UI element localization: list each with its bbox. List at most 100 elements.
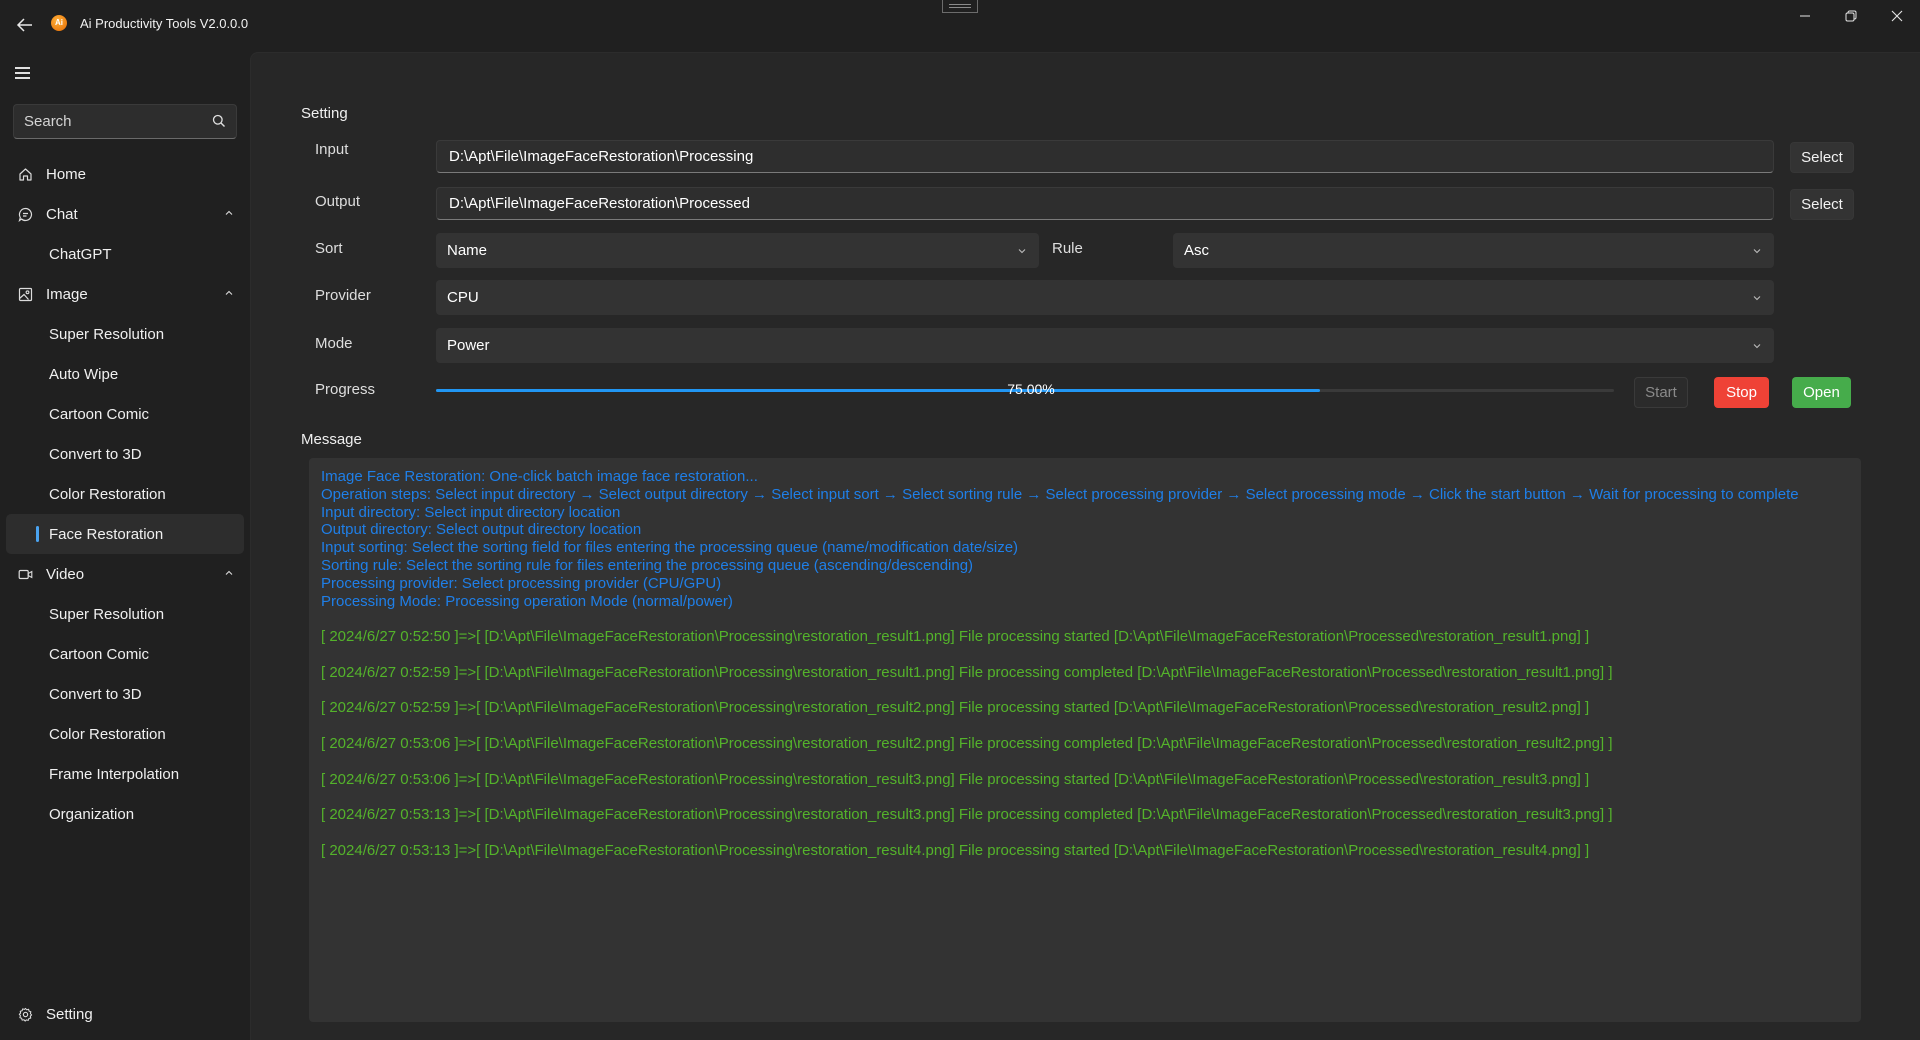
input-path-field[interactable] (436, 140, 1774, 173)
sidebar-item-image[interactable]: Image (0, 274, 250, 314)
sort-select-value: Name (447, 242, 488, 259)
message-log-panel[interactable]: Image Face Restoration: One-click batch … (309, 458, 1861, 1022)
title-bar: Ai Ai Productivity Tools V2.0.0.0 (0, 0, 1920, 52)
chat-icon (18, 207, 33, 222)
sidebar-item-label: Frame Interpolation (49, 765, 180, 783)
sidebar-item-image-super-resolution[interactable]: Super Resolution (0, 314, 250, 354)
info-lines: Image Face Restoration: One-click batch … (321, 468, 1849, 610)
sidebar-item-organization[interactable]: Organization (0, 794, 250, 834)
sidebar-item-video-super-resolution[interactable]: Super Resolution (0, 594, 250, 634)
chevron-down-icon (1753, 249, 1761, 254)
window-title: Ai Productivity Tools V2.0.0.0 (80, 16, 249, 31)
sidebar-item-image-cartoon-comic[interactable]: Cartoon Comic (0, 394, 250, 434)
chevron-down-icon (1753, 344, 1761, 349)
output-path-field[interactable] (436, 187, 1774, 220)
search-input[interactable] (24, 105, 204, 138)
rule-label: Rule (1052, 240, 1083, 257)
video-icon (18, 569, 33, 580)
sidebar-item-video-color-restoration[interactable]: Color Restoration (0, 714, 250, 754)
provider-select-value: CPU (447, 289, 479, 306)
log-line: [ 2024/6/27 0:52:59 ]=>[ [D:\Apt\File\Im… (321, 663, 1613, 681)
stop-button[interactable]: Stop (1714, 377, 1769, 408)
search-box[interactable] (13, 104, 237, 139)
log-line: [ 2024/6/27 0:53:06 ]=>[ [D:\Apt\File\Im… (321, 734, 1613, 752)
info-line: Operation steps: Select input directory … (321, 485, 1799, 503)
gear-icon (18, 1007, 33, 1022)
message-section-title: Message (301, 431, 362, 448)
sidebar-item-label: Color Restoration (49, 725, 166, 743)
sidebar-item-label: Color Restoration (49, 485, 166, 503)
hamburger-line (15, 67, 30, 69)
chevron-up-icon[interactable] (224, 288, 234, 298)
image-icon (18, 287, 33, 302)
sidebar-item-video-cartoon-comic[interactable]: Cartoon Comic (0, 634, 250, 674)
info-line: Input directory: Select input directory … (321, 503, 621, 521)
sidebar-item-label: Image (46, 285, 88, 303)
sidebar-item-label: ChatGPT (49, 245, 112, 263)
main-content: Setting Input Select Output Select Sort … (250, 52, 1920, 1040)
info-line: Image Face Restoration: One-click batch … (321, 468, 758, 485)
progress-percent: 75.00% (1007, 381, 1055, 397)
log-line: [ 2024/6/27 0:52:59 ]=>[ [D:\Apt\File\Im… (321, 699, 1590, 717)
minimize-button[interactable] (1782, 0, 1828, 32)
home-icon (19, 168, 32, 181)
search-icon[interactable] (212, 114, 226, 128)
hamburger-line (15, 77, 30, 79)
output-select-button[interactable]: Select (1790, 189, 1854, 220)
info-line: Sorting rule: Select the sorting rule fo… (321, 556, 974, 574)
sidebar-item-label: Convert to 3D (49, 445, 142, 463)
progress-label: Progress (315, 381, 376, 398)
rule-select[interactable]: Asc (1173, 233, 1774, 268)
chevron-down-icon (1018, 249, 1026, 254)
sidebar-item-label: Cartoon Comic (49, 405, 150, 423)
provider-label: Provider (315, 287, 371, 304)
sidebar-item-label: Video (46, 565, 85, 583)
chevron-up-icon[interactable] (224, 208, 234, 218)
sidebar-item-auto-wipe[interactable]: Auto Wipe (0, 354, 250, 394)
provider-select[interactable]: CPU (436, 280, 1774, 315)
open-button[interactable]: Open (1792, 377, 1851, 408)
sidebar-item-image-convert-to-3d[interactable]: Convert to 3D (0, 434, 250, 474)
sidebar-item-setting[interactable]: Setting (0, 994, 250, 1034)
sidebar-item-label: Face Restoration (49, 525, 164, 543)
input-label: Input (315, 141, 349, 158)
log-line: [ 2024/6/27 0:52:50 ]=>[ [D:\Apt\File\Im… (321, 628, 1590, 646)
sidebar-item-label: Cartoon Comic (49, 645, 150, 663)
log-line: [ 2024/6/27 0:53:13 ]=>[ [D:\Apt\File\Im… (321, 806, 1613, 824)
sort-label: Sort (315, 240, 343, 257)
sidebar-item-chatgpt[interactable]: ChatGPT (0, 234, 250, 274)
input-path-input[interactable] (437, 141, 1773, 172)
log-lines: [ 2024/6/27 0:52:50 ]=>[ [D:\Apt\File\Im… (321, 628, 1849, 859)
sidebar-item-frame-interpolation[interactable]: Frame Interpolation (0, 754, 250, 794)
sidebar-item-image-color-restoration[interactable]: Color Restoration (0, 474, 250, 514)
back-button[interactable] (14, 14, 36, 36)
restore-button[interactable] (1828, 0, 1874, 32)
sidebar-item-face-restoration[interactable]: Face Restoration (6, 514, 244, 554)
mode-select[interactable]: Power (436, 328, 1774, 363)
mode-select-value: Power (447, 337, 490, 354)
log-line: [ 2024/6/27 0:53:13 ]=>[ [D:\Apt\File\Im… (321, 841, 1590, 859)
setting-section-title: Setting (301, 105, 348, 122)
start-button[interactable]: Start (1634, 377, 1688, 408)
output-path-input[interactable] (437, 188, 1773, 219)
sidebar-item-video[interactable]: Video (0, 554, 250, 594)
sidebar-item-video-convert-to-3d[interactable]: Convert to 3D (0, 674, 250, 714)
sidebar-item-label: Setting (46, 1005, 93, 1023)
menu-toggle-button[interactable] (15, 66, 33, 80)
sort-select[interactable]: Name (436, 233, 1039, 268)
input-select-button[interactable]: Select (1790, 142, 1854, 173)
close-button[interactable] (1874, 0, 1920, 32)
sidebar-item-label: Convert to 3D (49, 685, 142, 703)
log-line: [ 2024/6/27 0:53:06 ]=>[ [D:\Apt\File\Im… (321, 770, 1590, 788)
sidebar-item-label: Super Resolution (49, 325, 165, 343)
chevron-up-icon[interactable] (224, 568, 234, 578)
arrow-left-icon (16, 18, 32, 32)
sidebar-item-label: Chat (46, 205, 78, 223)
sidebar-item-label: Super Resolution (49, 605, 165, 623)
sidebar-item-chat[interactable]: Chat (0, 194, 250, 234)
chevron-down-icon (1753, 296, 1761, 301)
hamburger-line (15, 72, 30, 74)
sidebar-item-label: Home (46, 165, 87, 183)
sidebar-item-home[interactable]: Home (0, 154, 250, 194)
drag-handle[interactable] (942, 0, 978, 13)
